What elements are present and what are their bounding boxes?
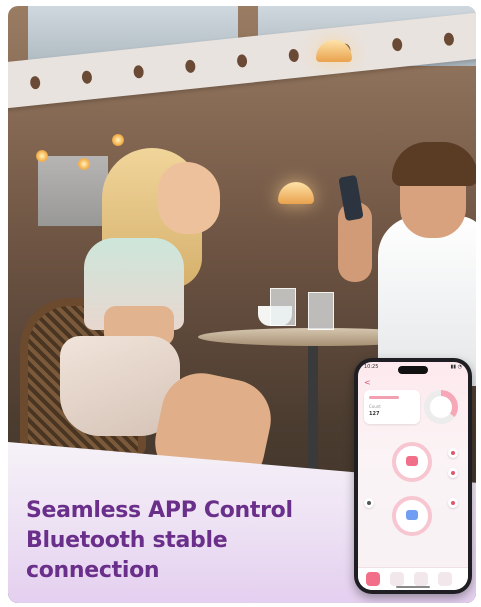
pendant-lamp — [278, 182, 314, 204]
glass — [308, 292, 334, 330]
tab-home[interactable] — [366, 572, 380, 586]
motor-two-icon — [406, 510, 418, 520]
woman-face — [158, 162, 220, 234]
light-icon — [112, 134, 124, 146]
tab-modes[interactable] — [390, 572, 404, 586]
back-arrow-icon[interactable]: < — [364, 378, 371, 387]
tab-bar — [358, 567, 468, 590]
motor-one-icon — [406, 456, 418, 466]
headline-line-2: Bluetooth stable — [26, 528, 228, 553]
window-pane — [38, 156, 108, 226]
tab-profile[interactable] — [438, 572, 452, 586]
headline-line-3: connection — [26, 558, 160, 583]
glass — [270, 288, 296, 326]
app-screen: 10:25 ▮▮ ◔ < Count 127 — [358, 362, 468, 590]
headline-line-1: Seamless APP Control — [26, 498, 293, 523]
home-indicator — [396, 586, 430, 588]
light-icon — [36, 150, 48, 162]
app-phone-mockup: 10:25 ▮▮ ◔ < Count 127 — [354, 358, 472, 594]
intensity-gauge — [424, 390, 458, 424]
rocket-icon[interactable] — [364, 498, 374, 508]
stat-value: 127 — [369, 411, 380, 417]
motor-one-dial[interactable] — [392, 442, 432, 482]
status-icons: ▮▮ ◔ — [450, 364, 462, 370]
mode-button[interactable] — [448, 468, 458, 478]
stat-bar — [369, 396, 399, 399]
dynamic-island — [398, 366, 428, 374]
product-card: Seamless APP Control Bluetooth stable co… — [8, 6, 476, 603]
mode-button[interactable] — [448, 448, 458, 458]
man-hair — [392, 142, 476, 186]
mode-button[interactable] — [448, 498, 458, 508]
headline: Seamless APP Control Bluetooth stable co… — [26, 496, 356, 586]
stat-card: Count 127 — [364, 390, 420, 424]
tab-remote[interactable] — [414, 572, 428, 586]
stat-label: Count — [369, 404, 381, 409]
motor-two-dial[interactable] — [392, 496, 432, 536]
status-time: 10:25 — [364, 364, 379, 370]
light-icon — [78, 158, 90, 170]
